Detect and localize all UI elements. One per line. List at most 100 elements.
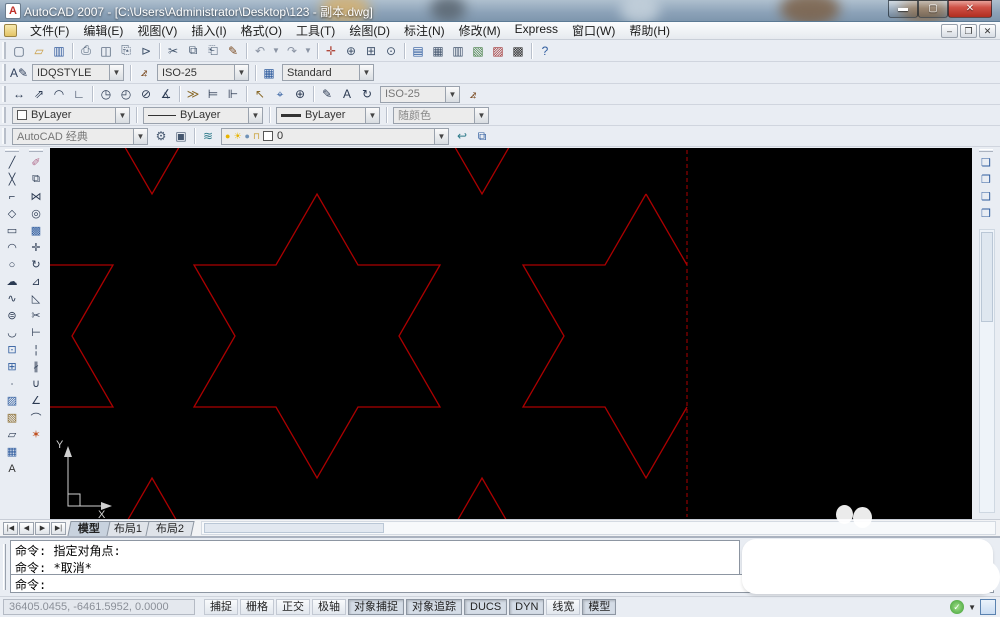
revcloud-icon[interactable]: ☁: [3, 273, 21, 290]
close-button[interactable]: ✕: [948, 0, 992, 18]
help-icon[interactable]: ?: [536, 42, 554, 60]
minimize-button[interactable]: ▬: [888, 0, 918, 18]
mdi-close-button[interactable]: ✕: [979, 24, 996, 38]
dim-style-control-combo[interactable]: ISO-25 ▼: [380, 86, 460, 103]
color-control-combo[interactable]: ByLayer ▼: [12, 107, 130, 124]
rectangle-icon[interactable]: ▭: [3, 222, 21, 239]
dim-quick-icon[interactable]: ≫: [184, 85, 202, 103]
chevron-down-icon[interactable]: ▼: [133, 129, 147, 144]
explode-icon[interactable]: ✶: [27, 426, 45, 443]
trim-icon[interactable]: ✂: [27, 307, 45, 324]
layer-states-icon[interactable]: ⧉: [473, 127, 491, 145]
mtext-icon[interactable]: A: [3, 460, 21, 477]
dim-style-combo[interactable]: ISO-25 ▼: [157, 64, 249, 81]
gradient-icon[interactable]: ▧: [3, 409, 21, 426]
menu-item-视图[interactable]: 视图(V): [130, 21, 184, 40]
hexagram-star[interactable]: [359, 148, 605, 194]
menu-item-Express[interactable]: Express: [508, 21, 565, 40]
hexagram-star[interactable]: [194, 194, 440, 478]
table-icon[interactable]: ▦: [3, 443, 21, 460]
tab-last-button[interactable]: ▶|: [51, 522, 66, 535]
toolbar-grip[interactable]: [2, 107, 6, 123]
polygon-icon[interactable]: ◇: [3, 205, 21, 222]
chevron-down-icon[interactable]: ▼: [359, 65, 373, 80]
plot-preview-icon[interactable]: ◫: [97, 42, 115, 60]
bring-above-objects-icon[interactable]: ❑: [977, 188, 995, 205]
menu-item-编辑[interactable]: 编辑(E): [76, 21, 130, 40]
send-under-objects-icon[interactable]: ❒: [977, 205, 995, 222]
menu-item-文件[interactable]: 文件(F): [23, 21, 76, 40]
dim-update-icon[interactable]: ↻: [358, 85, 376, 103]
publish-icon[interactable]: ⎘: [117, 42, 135, 60]
stretch-icon[interactable]: ◺: [27, 290, 45, 307]
horizontal-scrollbar-thumb[interactable]: [204, 523, 384, 533]
circle-icon[interactable]: ○: [3, 256, 21, 273]
menu-item-格式[interactable]: 格式(O): [234, 21, 289, 40]
move-icon[interactable]: ✛: [27, 239, 45, 256]
spline-icon[interactable]: ∿: [3, 290, 21, 307]
dim-tolerance-icon[interactable]: ⌖: [271, 85, 289, 103]
toolbar-grip[interactable]: [2, 128, 6, 144]
redo-icon[interactable]: ↷: [283, 42, 301, 60]
cut-icon[interactable]: ✂: [164, 42, 182, 60]
text-style-combo[interactable]: IDQSTYLE ▼: [32, 64, 124, 81]
dim-radius-icon[interactable]: ◷: [97, 85, 115, 103]
text-style-icon[interactable]: A✎: [10, 64, 28, 82]
extend-icon[interactable]: ⊢: [27, 324, 45, 341]
status-toggle-对象追踪[interactable]: 对象追踪: [406, 599, 462, 615]
line-icon[interactable]: ╱: [3, 154, 21, 171]
region-icon[interactable]: ▱: [3, 426, 21, 443]
erase-icon[interactable]: ✐: [27, 154, 45, 171]
linetype-control-combo[interactable]: ByLayer ▼: [143, 107, 263, 124]
pan-icon[interactable]: ✛: [322, 42, 340, 60]
chevron-down-icon[interactable]: ▼: [445, 87, 459, 102]
hexagram-star[interactable]: [50, 148, 275, 194]
layer-on-bulb-icon[interactable]: ●: [225, 131, 230, 141]
markup-set-manager-icon[interactable]: ▨: [489, 42, 507, 60]
dim-jogged-icon[interactable]: ◴: [117, 85, 135, 103]
dim-style-icon[interactable]: ⦨: [464, 85, 482, 103]
save-icon[interactable]: ▥: [50, 42, 68, 60]
insert-block-icon[interactable]: ⊡: [3, 341, 21, 358]
workspace-settings-icon[interactable]: ⚙: [152, 127, 170, 145]
toolbar-grip[interactable]: [2, 64, 6, 81]
chevron-down-icon[interactable]: ▼: [234, 65, 248, 80]
chevron-down-icon[interactable]: ▼: [474, 108, 488, 123]
dim-text-edit-icon[interactable]: A: [338, 85, 356, 103]
undo-icon[interactable]: ↶: [251, 42, 269, 60]
status-toggle-栅格[interactable]: 栅格: [240, 599, 274, 615]
drawing-canvas[interactable]: YX: [50, 148, 972, 519]
chamfer-icon[interactable]: ∠: [27, 392, 45, 409]
layer-freeze-sun-icon[interactable]: ☀: [233, 131, 241, 141]
array-icon[interactable]: ▩: [27, 222, 45, 239]
status-toggle-DYN[interactable]: DYN: [509, 599, 544, 615]
ellipse-arc-icon[interactable]: ◡: [3, 324, 21, 341]
dim-diameter-icon[interactable]: ⊘: [137, 85, 155, 103]
chevron-down-icon[interactable]: ▼: [109, 65, 123, 80]
horizontal-scrollbar[interactable]: [201, 521, 996, 535]
tool-palettes-icon[interactable]: ▥: [449, 42, 467, 60]
clean-screen-button[interactable]: [980, 599, 996, 615]
polyline-icon[interactable]: ⌐: [3, 188, 21, 205]
layer-vp-icon[interactable]: ●: [245, 131, 250, 141]
table-style-icon[interactable]: ▦: [260, 64, 278, 82]
undo-dropdown-icon[interactable]: ▼: [271, 42, 281, 60]
menu-item-窗口[interactable]: 窗口(W): [565, 21, 622, 40]
send-to-back-icon[interactable]: ❐: [977, 171, 995, 188]
arc-icon[interactable]: ◠: [3, 239, 21, 256]
open-icon[interactable]: ▱: [30, 42, 48, 60]
hexagram-star-clipped[interactable]: [523, 194, 687, 478]
layer-lock-icon[interactable]: ⊓: [253, 131, 260, 141]
menu-item-插入[interactable]: 插入(I): [184, 21, 233, 40]
my-workspace-icon[interactable]: ▣: [172, 127, 190, 145]
plot-icon[interactable]: ⎙: [77, 42, 95, 60]
maximize-button[interactable]: ▢: [918, 0, 948, 18]
dim-ordinate-icon[interactable]: ∟: [70, 85, 88, 103]
layer-manager-icon[interactable]: ≋: [199, 127, 217, 145]
point-icon[interactable]: ∙: [3, 375, 21, 392]
dim-edit-icon[interactable]: ✎: [318, 85, 336, 103]
hatch-icon[interactable]: ▨: [3, 392, 21, 409]
mirror-icon[interactable]: ⋈: [27, 188, 45, 205]
etransmit-icon[interactable]: ⊳: [137, 42, 155, 60]
lineweight-control-combo[interactable]: ByLayer ▼: [276, 107, 380, 124]
